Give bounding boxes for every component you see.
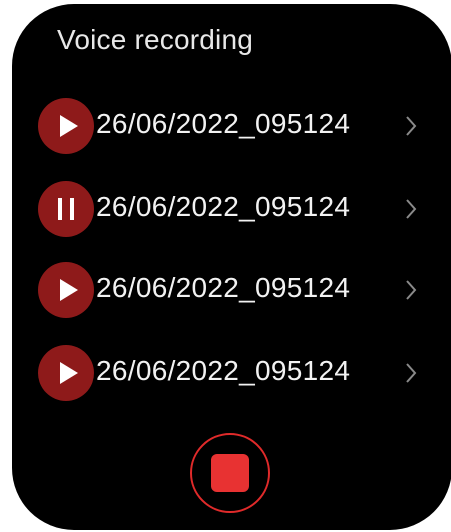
pause-icon xyxy=(58,198,74,220)
recording-name: 26/06/2022_095124 xyxy=(96,272,351,303)
play-icon xyxy=(60,362,78,384)
recording-name: 26/06/2022_095124 xyxy=(96,191,351,222)
recording-item[interactable]: 26/06/2022_095124 xyxy=(38,181,428,237)
chevron-right-icon xyxy=(406,363,417,383)
page-title: Voice recording xyxy=(57,24,254,55)
play-button[interactable] xyxy=(38,262,94,318)
pause-button[interactable] xyxy=(38,181,94,237)
play-icon xyxy=(60,279,78,301)
chevron-right-icon xyxy=(406,199,417,219)
stop-recording-button[interactable] xyxy=(190,433,270,513)
recording-item[interactable]: 26/06/2022_095124 xyxy=(38,98,428,154)
watch-screen: Voice recording 26/06/2022_095124 26/06/… xyxy=(12,4,451,530)
chevron-right-icon xyxy=(406,280,417,300)
stop-icon xyxy=(211,454,249,492)
recording-item[interactable]: 26/06/2022_095124 xyxy=(38,262,428,318)
recording-name: 26/06/2022_095124 xyxy=(96,108,351,139)
play-button[interactable] xyxy=(38,98,94,154)
chevron-right-icon xyxy=(406,116,417,136)
recording-name: 26/06/2022_095124 xyxy=(96,355,351,386)
play-icon xyxy=(60,115,78,137)
play-button[interactable] xyxy=(38,345,94,401)
recording-item[interactable]: 26/06/2022_095124 xyxy=(38,345,428,401)
